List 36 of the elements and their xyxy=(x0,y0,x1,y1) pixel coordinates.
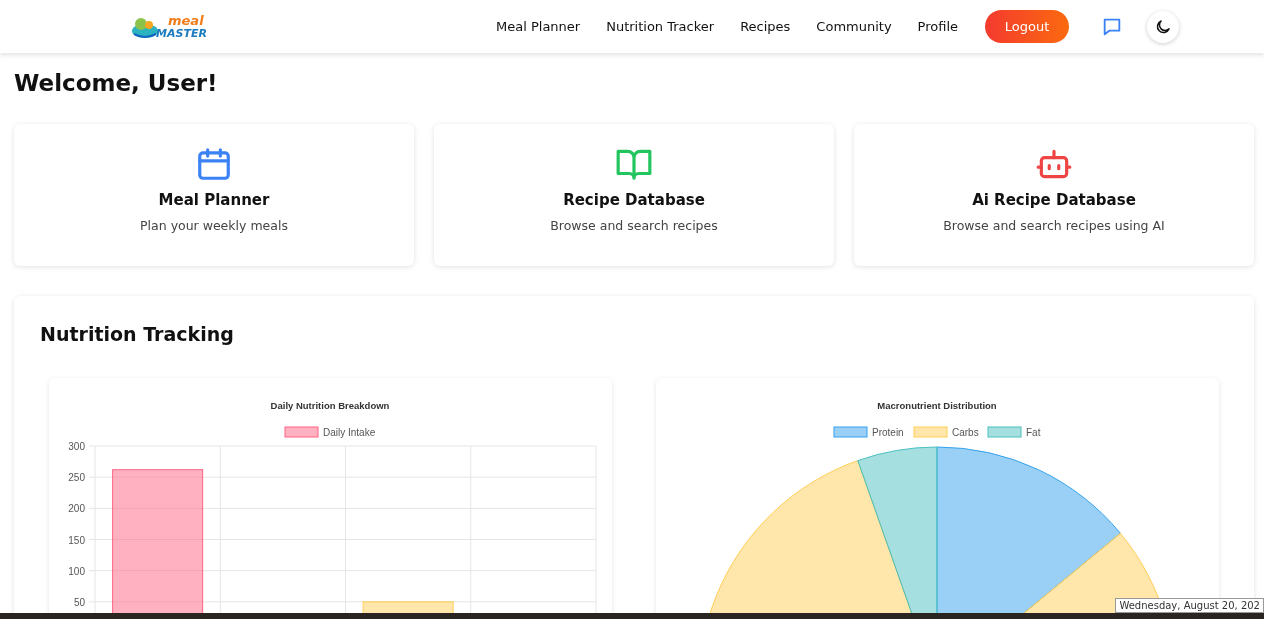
nav-link[interactable]: Profile xyxy=(917,19,959,34)
feature-card[interactable]: Ai Recipe Database Browse and search recipes using AI xyxy=(854,124,1254,266)
section-title: Nutrition Tracking xyxy=(40,322,235,346)
axis-tick-label: 50 xyxy=(73,596,85,608)
axis-tick-label: 300 xyxy=(68,441,85,452)
welcome-heading: Welcome, User! xyxy=(14,69,219,98)
legend-label: Carbs xyxy=(952,427,979,438)
axis-tick-label: 100 xyxy=(68,565,85,577)
nav-link[interactable]: Community xyxy=(816,19,892,34)
legend-swatch xyxy=(833,426,868,438)
legend-label: Daily Intake xyxy=(323,427,376,438)
chart-title: Daily Nutrition Breakdown xyxy=(270,400,390,411)
axis-tick-label: 200 xyxy=(68,503,85,515)
logo-text: MASTER xyxy=(156,26,207,40)
card-description: Plan your weekly meals xyxy=(140,218,288,233)
nav-link[interactable]: Recipes xyxy=(740,19,791,34)
feature-card[interactable]: Meal Planner Plan your weekly meals xyxy=(14,124,414,266)
logo-text: meal xyxy=(167,13,205,27)
moon-icon xyxy=(1154,17,1173,36)
chart-title: Macronutrient Distribution xyxy=(877,400,997,411)
axis-tick-label: 250 xyxy=(68,472,85,484)
card-title: Meal Planner xyxy=(158,191,270,209)
theme-toggle-button[interactable] xyxy=(1147,10,1180,43)
legend-label: Protein xyxy=(872,427,904,438)
legend-label: Fat xyxy=(1026,427,1041,438)
axis-tick-label: 150 xyxy=(68,534,85,546)
card-description: Browse and search recipes xyxy=(550,218,718,233)
card-title: Recipe Database xyxy=(563,191,705,209)
legend-swatch xyxy=(987,426,1022,438)
nav-link[interactable]: Meal Planner xyxy=(496,19,581,34)
legend-swatch xyxy=(913,426,948,438)
nav-link[interactable]: Nutrition Tracker xyxy=(606,19,715,34)
card-title: Ai Recipe Database xyxy=(972,191,1136,209)
feature-card[interactable]: Recipe Database Browse and search recipes xyxy=(434,124,834,266)
date-tooltip: Wednesday, August 20, 202 xyxy=(1115,598,1264,613)
card-description: Browse and search recipes using AI xyxy=(943,218,1165,233)
